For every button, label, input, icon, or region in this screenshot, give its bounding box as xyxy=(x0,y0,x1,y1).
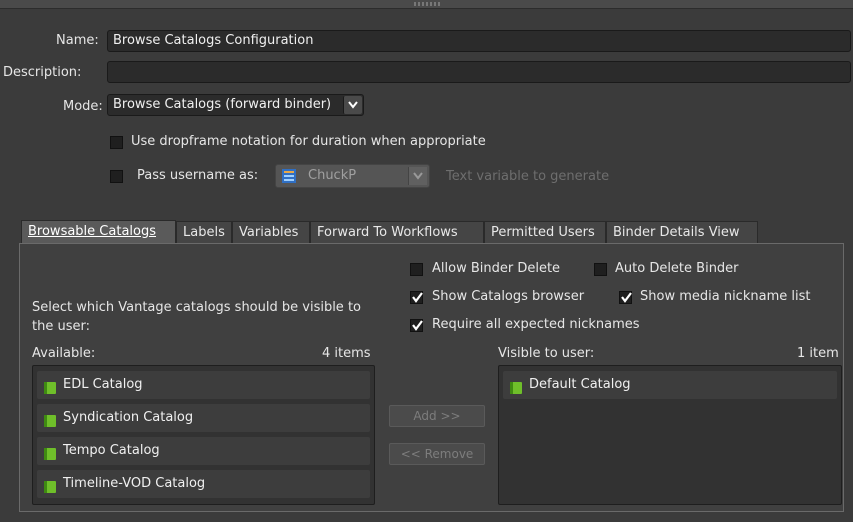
add-button[interactable]: Add >> xyxy=(389,405,485,427)
list-item[interactable]: Timeline-VOD Catalog xyxy=(37,470,370,498)
mode-value: Browse Catalogs (forward binder) xyxy=(113,97,332,112)
visible-list[interactable]: Default Catalog xyxy=(498,365,842,505)
remove-button[interactable]: << Remove xyxy=(389,443,485,465)
catalog-icon xyxy=(43,411,57,439)
catalog-icon xyxy=(43,378,57,406)
show-media-nickname-list-label: Show media nickname list xyxy=(640,289,811,304)
catalog-icon xyxy=(509,378,523,406)
available-list[interactable]: EDL Catalog Syndication Catalog Tempo Ca… xyxy=(32,365,375,505)
allow-binder-delete-label: Allow Binder Delete xyxy=(432,261,561,276)
show-media-nickname-list-checkbox[interactable] xyxy=(619,291,632,304)
checkmark-icon xyxy=(412,320,423,331)
tab-browsable-catalogs[interactable]: Browsable Catalogs xyxy=(21,220,176,244)
bottom-bar xyxy=(0,512,853,522)
list-item[interactable]: Tempo Catalog xyxy=(37,437,370,465)
tab-binder-details-view[interactable]: Binder Details View xyxy=(606,221,758,243)
variable-icon xyxy=(282,169,296,187)
allow-binder-delete-checkbox[interactable] xyxy=(410,263,423,276)
auto-delete-binder-checkbox[interactable] xyxy=(594,263,607,276)
pass-username-label: Pass username as: xyxy=(137,168,259,183)
panel-description: Select which Vantage catalogs should be … xyxy=(32,300,361,334)
chevron-down-icon[interactable] xyxy=(408,167,427,185)
tab-variables[interactable]: Variables xyxy=(232,221,310,243)
chevron-down-icon[interactable] xyxy=(343,96,362,114)
description-field[interactable] xyxy=(107,61,851,83)
visible-label: Visible to user: xyxy=(498,346,595,361)
list-item[interactable]: Syndication Catalog xyxy=(37,404,370,432)
tab-labels[interactable]: Labels xyxy=(176,221,232,243)
catalog-icon xyxy=(43,444,57,472)
configuration-window: Name: Browse Catalogs Configuration Desc… xyxy=(0,0,853,522)
pass-username-select[interactable]: ChuckP xyxy=(275,164,430,188)
pass-username-hint: Text variable to generate xyxy=(446,169,610,184)
name-label: Name: xyxy=(56,33,99,48)
show-catalogs-browser-label: Show Catalogs browser xyxy=(432,289,585,304)
description-label: Description: xyxy=(3,65,82,80)
tab-forward-to-workflows[interactable]: Forward To Workflows xyxy=(310,221,484,243)
require-all-nicknames-checkbox[interactable] xyxy=(410,319,423,332)
dropframe-checkbox[interactable] xyxy=(110,136,123,149)
catalog-icon xyxy=(43,477,57,505)
list-item[interactable]: Default Catalog xyxy=(503,371,837,399)
tab-permitted-users[interactable]: Permitted Users xyxy=(484,221,606,243)
resize-grip[interactable] xyxy=(414,2,440,6)
available-label: Available: xyxy=(32,346,96,361)
mode-label: Mode: xyxy=(63,99,103,114)
dropframe-label: Use dropframe notation for duration when… xyxy=(131,134,486,149)
show-catalogs-browser-checkbox[interactable] xyxy=(410,291,423,304)
pass-username-value: ChuckP xyxy=(308,168,357,183)
pass-username-checkbox[interactable] xyxy=(110,170,123,183)
auto-delete-binder-label: Auto Delete Binder xyxy=(615,261,739,276)
checkmark-icon xyxy=(412,292,423,303)
name-field[interactable]: Browse Catalogs Configuration xyxy=(107,30,851,52)
require-all-nicknames-label: Require all expected nicknames xyxy=(432,317,640,332)
list-item[interactable]: EDL Catalog xyxy=(37,371,370,399)
available-count: 4 items xyxy=(322,346,371,361)
visible-count: 1 item xyxy=(797,346,839,361)
mode-select[interactable]: Browse Catalogs (forward binder) xyxy=(107,94,364,116)
checkmark-icon xyxy=(621,292,632,303)
